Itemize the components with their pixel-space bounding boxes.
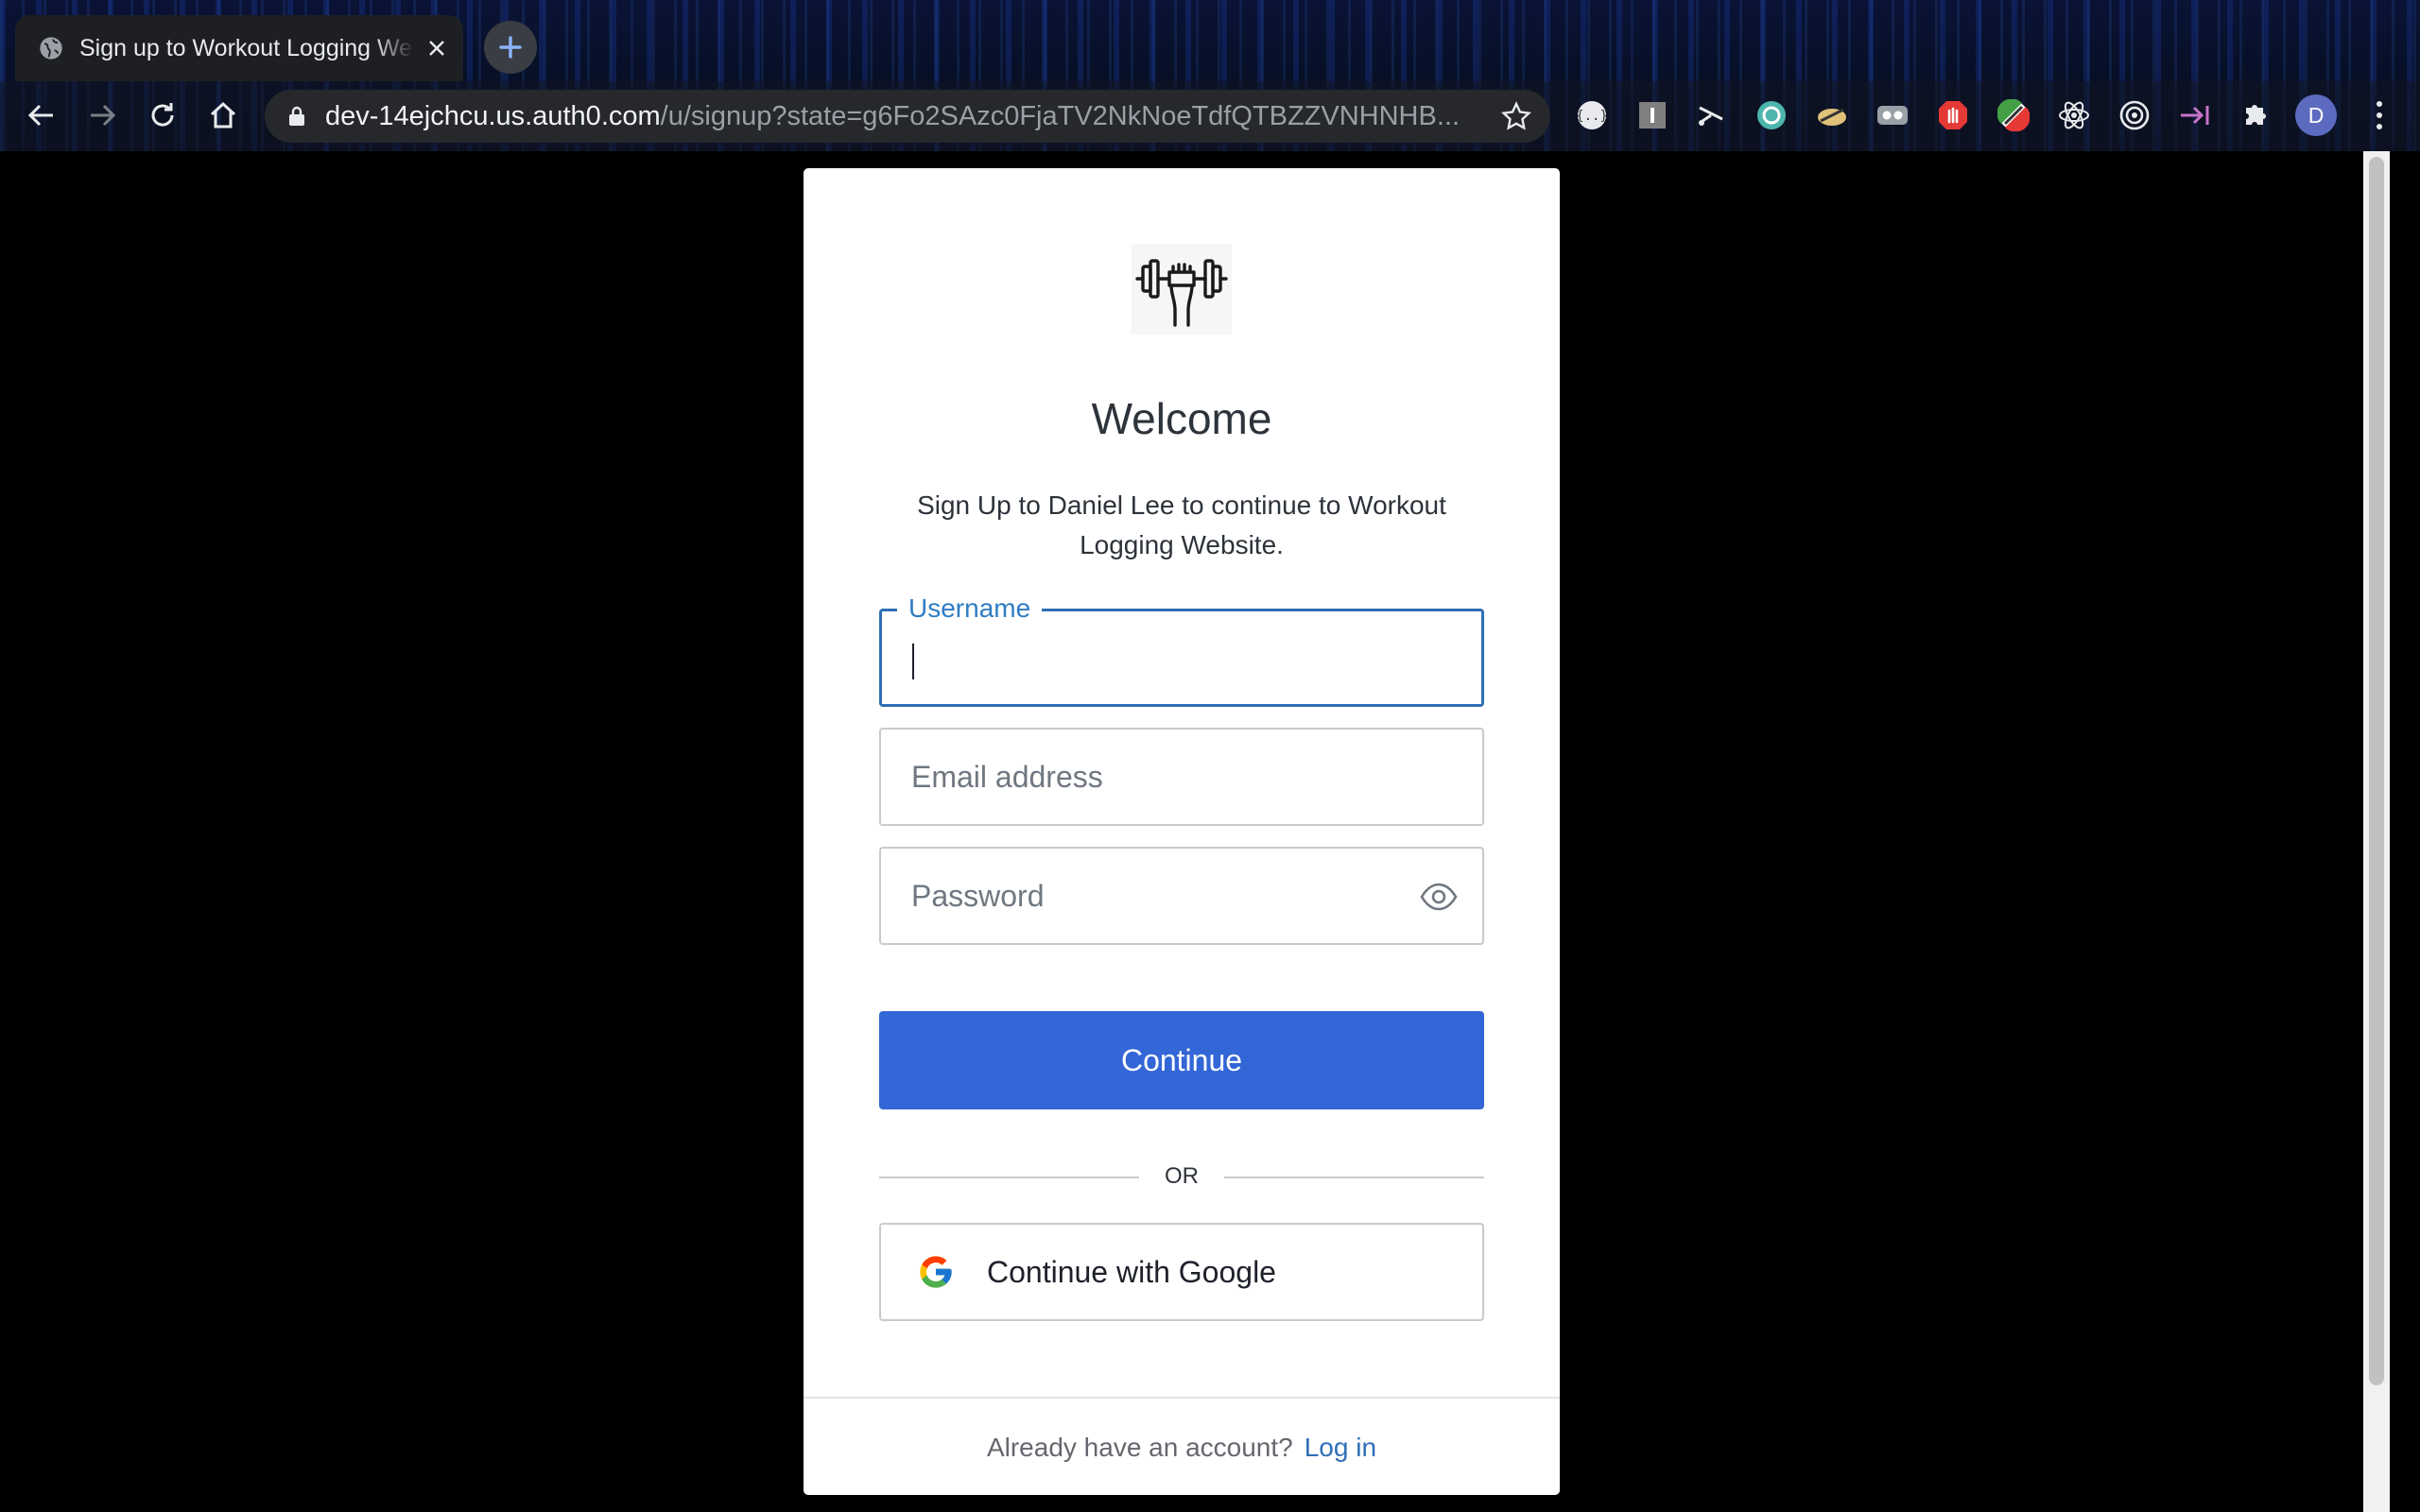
arrow-to-line-icon[interactable]: [2178, 98, 2212, 132]
login-link[interactable]: Log in: [1305, 1433, 1376, 1463]
url-host: dev-14ejchcu.us.auth0.com: [325, 100, 661, 131]
or-divider: OR: [879, 1162, 1484, 1191]
arrow-right-icon: [91, 104, 116, 127]
scissors-icon[interactable]: [1694, 98, 1728, 132]
cloud-icon[interactable]: [1815, 98, 1849, 132]
forward-button[interactable]: [81, 94, 123, 136]
bookmark-star-icon[interactable]: [1501, 101, 1531, 131]
already-have-account-text: Already have an account?: [986, 1433, 1293, 1462]
react-devtools-icon[interactable]: [2057, 98, 2091, 132]
google-icon: [920, 1256, 952, 1288]
new-tab-button[interactable]: [484, 21, 537, 74]
extension-i-icon[interactable]: [1635, 98, 1669, 132]
arrow-left-icon: [27, 104, 53, 127]
home-button[interactable]: [202, 94, 244, 136]
dumbbell-logo: [1132, 244, 1232, 335]
password-input[interactable]: [881, 849, 1482, 943]
url-path: /u/signup?state=g6Fo2SAzc0FjaTV2NkNoeTdf…: [660, 100, 1461, 131]
username-input[interactable]: [882, 611, 1481, 704]
tab-title: Sign up to Workout Logging Website: [79, 34, 414, 61]
reload-icon: [151, 103, 174, 127]
page-title: Welcome: [1091, 394, 1272, 443]
home-icon: [210, 101, 236, 129]
signup-subtitle: Sign Up to Daniel Lee to continue to Wor…: [917, 490, 1446, 559]
divider-line-right: [1224, 1177, 1484, 1178]
browser-chrome: Sign up to Workout Logging Website dev-1…: [0, 0, 2420, 151]
dumbbell-icon: [1135, 259, 1228, 327]
reload-button[interactable]: [142, 94, 183, 136]
username-field[interactable]: Username: [879, 591, 1484, 707]
target-icon[interactable]: [2118, 98, 2152, 132]
continue-with-google-button[interactable]: Continue with Google: [879, 1223, 1484, 1321]
json-viewer-icon[interactable]: {..}: [1575, 98, 1609, 132]
page-scrollbar[interactable]: [2363, 151, 2390, 1512]
adblock-hand-icon[interactable]: [1936, 98, 1970, 132]
show-password-eye-icon[interactable]: [1420, 881, 1458, 913]
profile-avatar[interactable]: D: [2295, 94, 2337, 136]
url-text[interactable]: dev-14ejchcu.us.auth0.com/u/signup?state…: [325, 101, 1497, 132]
signup-card: Welcome Sign Up to Daniel Lee to continu…: [804, 168, 1560, 1495]
svg-text:{..}: {..}: [1576, 109, 1608, 124]
lock-icon[interactable]: [285, 105, 308, 128]
plus-icon: [499, 36, 522, 59]
login-footer: Already have an account? Log in: [804, 1397, 1560, 1495]
close-tab-icon[interactable]: [424, 35, 450, 61]
email-field[interactable]: [879, 728, 1484, 826]
sync-icon[interactable]: [1754, 98, 1789, 132]
email-input[interactable]: [881, 730, 1482, 824]
continue-button[interactable]: Continue: [879, 1011, 1484, 1109]
google-button-label: Continue with Google: [987, 1254, 1276, 1289]
address-bar[interactable]: dev-14ejchcu.us.auth0.com/u/signup?state…: [265, 90, 1550, 143]
globe-icon: [40, 37, 62, 60]
glasses-icon[interactable]: [1876, 98, 1910, 132]
browser-tab[interactable]: Sign up to Workout Logging Website: [15, 15, 463, 81]
password-field[interactable]: [879, 847, 1484, 945]
scrollbar-thumb[interactable]: [2369, 157, 2384, 1385]
browser-menu-icon[interactable]: [2365, 94, 2394, 136]
puzzle-icon[interactable]: [2238, 98, 2273, 132]
back-button[interactable]: [21, 94, 62, 136]
text-caret: [912, 644, 914, 679]
color-picker-icon[interactable]: [1996, 98, 2031, 132]
